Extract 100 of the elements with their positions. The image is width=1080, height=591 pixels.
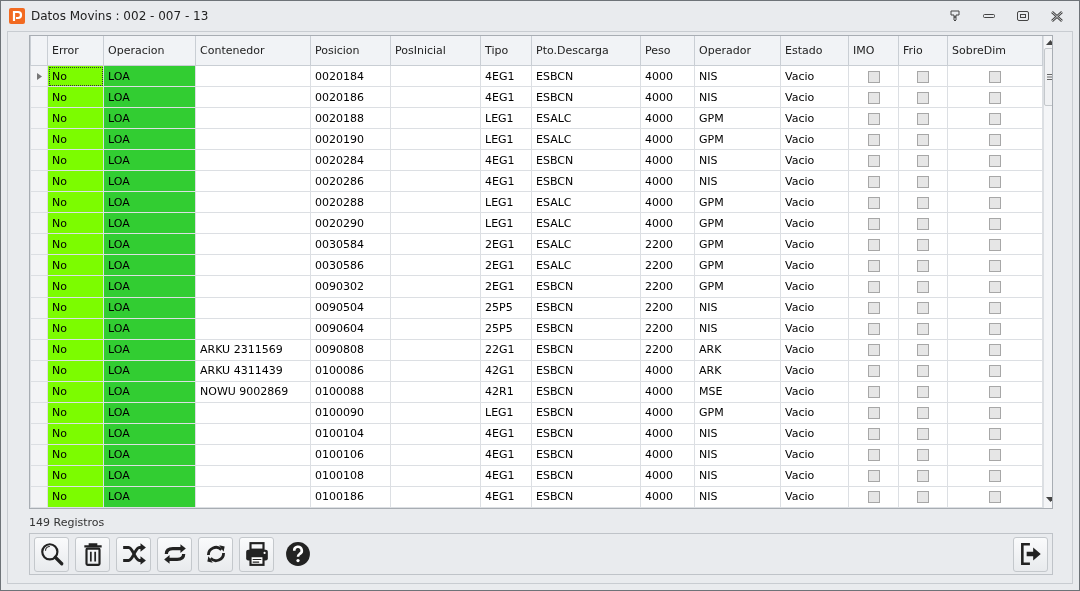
checkbox[interactable]	[917, 238, 929, 251]
delete-button[interactable]	[75, 536, 110, 572]
checkbox[interactable]	[917, 386, 929, 399]
checkbox[interactable]	[917, 323, 929, 336]
checkbox[interactable]	[989, 112, 1001, 125]
checkbox[interactable]	[989, 407, 1001, 420]
checkbox[interactable]	[917, 428, 929, 441]
column-header[interactable]: Frio	[898, 36, 948, 66]
checkbox[interactable]	[917, 154, 929, 167]
checkbox[interactable]	[867, 154, 880, 167]
checkbox[interactable]	[917, 133, 929, 146]
checkbox[interactable]	[989, 217, 1001, 230]
checkbox[interactable]	[867, 323, 880, 336]
checkbox[interactable]	[867, 470, 880, 483]
table-cell: ESALC	[531, 233, 641, 255]
checkbox[interactable]	[989, 196, 1001, 209]
checkbox[interactable]	[989, 91, 1001, 104]
checkbox[interactable]	[989, 281, 1001, 293]
checkbox[interactable]	[917, 196, 929, 209]
column-header[interactable]: Peso	[640, 36, 695, 66]
checkbox[interactable]	[917, 175, 929, 188]
checkbox[interactable]	[989, 344, 1001, 357]
checkbox[interactable]	[917, 259, 929, 272]
shuffle-button[interactable]	[116, 536, 151, 572]
checkbox[interactable]	[917, 344, 929, 357]
checkbox[interactable]	[989, 70, 1001, 83]
column-header[interactable]: SobreDim	[947, 36, 1043, 66]
checkbox[interactable]	[867, 302, 880, 315]
table-cell: Vacio	[780, 254, 849, 276]
checkbox[interactable]	[867, 449, 880, 462]
checkbox[interactable]	[867, 112, 880, 125]
checkbox[interactable]	[867, 175, 880, 188]
checkbox[interactable]	[867, 70, 880, 83]
checkbox[interactable]	[867, 91, 880, 104]
checkbox[interactable]	[989, 259, 1001, 272]
table-cell: ARK	[694, 339, 781, 361]
checkbox[interactable]	[989, 449, 1001, 462]
swap-button[interactable]	[157, 536, 192, 572]
checkbox[interactable]	[867, 238, 880, 251]
column-header[interactable]: Estado	[780, 36, 849, 66]
column-header[interactable]: IMO	[848, 36, 899, 66]
checkbox[interactable]	[867, 428, 880, 441]
table-cell: 0100104	[310, 423, 391, 445]
checkbox[interactable]	[989, 154, 1001, 167]
checkbox[interactable]	[917, 302, 929, 315]
table-cell: ESBCN	[531, 170, 641, 192]
checkbox[interactable]	[917, 281, 929, 293]
row-indicator[interactable]	[30, 65, 48, 87]
checkbox[interactable]	[867, 365, 880, 378]
checkbox[interactable]	[989, 386, 1001, 399]
column-header[interactable]: Pto.Descarga	[531, 36, 641, 66]
checkbox[interactable]	[917, 407, 929, 420]
checkbox[interactable]	[867, 217, 880, 230]
checkbox[interactable]	[989, 470, 1001, 483]
checkbox[interactable]	[867, 259, 880, 272]
checkbox[interactable]	[917, 70, 929, 83]
table-cell: Vacio	[780, 318, 849, 340]
table-cell: 2200	[640, 318, 695, 340]
checkbox[interactable]	[867, 491, 880, 504]
checkbox[interactable]	[867, 133, 880, 146]
checkbox[interactable]	[989, 302, 1001, 315]
checkbox[interactable]	[917, 112, 929, 125]
column-header[interactable]: Error	[47, 36, 104, 66]
refresh-button[interactable]	[198, 536, 233, 572]
checkbox[interactable]	[989, 428, 1001, 441]
column-header[interactable]: Tipo	[480, 36, 532, 66]
table-cell: ESBCN	[531, 486, 641, 508]
print-button[interactable]	[239, 536, 274, 572]
checkbox[interactable]	[867, 407, 880, 420]
table-cell: ESBCN	[531, 339, 641, 361]
column-header[interactable]: Posicion	[310, 36, 391, 66]
search-button[interactable]	[34, 536, 69, 572]
table-cell: Vacio	[780, 86, 849, 108]
checkbox[interactable]	[917, 217, 929, 230]
checkbox[interactable]	[989, 491, 1001, 504]
table-cell: GPM	[694, 233, 781, 255]
record-count: 149 Registros	[29, 515, 106, 531]
checkbox[interactable]	[989, 133, 1001, 146]
checkbox[interactable]	[867, 281, 880, 293]
exit-button[interactable]	[1013, 536, 1048, 572]
checkbox[interactable]	[867, 344, 880, 357]
checkbox[interactable]	[867, 386, 880, 399]
column-header[interactable]: Operador	[694, 36, 781, 66]
checkbox[interactable]	[989, 365, 1001, 378]
table-cell: GPM	[694, 254, 781, 276]
column-header[interactable]: Contenedor	[195, 36, 311, 66]
column-header[interactable]: PosInicial	[390, 36, 481, 66]
checkbox[interactable]	[989, 238, 1001, 251]
checkbox[interactable]	[917, 470, 929, 483]
table-cell: 25P5	[480, 318, 532, 340]
checkbox[interactable]	[917, 449, 929, 462]
checkbox[interactable]	[867, 196, 880, 209]
table-cell: 4EG1	[480, 465, 532, 487]
checkbox[interactable]	[917, 91, 929, 104]
checkbox[interactable]	[917, 365, 929, 378]
table-cell: 0090504	[310, 297, 391, 319]
column-header[interactable]: Operacion	[103, 36, 196, 66]
checkbox[interactable]	[989, 323, 1001, 336]
checkbox[interactable]	[989, 175, 1001, 188]
checkbox[interactable]	[917, 491, 929, 504]
